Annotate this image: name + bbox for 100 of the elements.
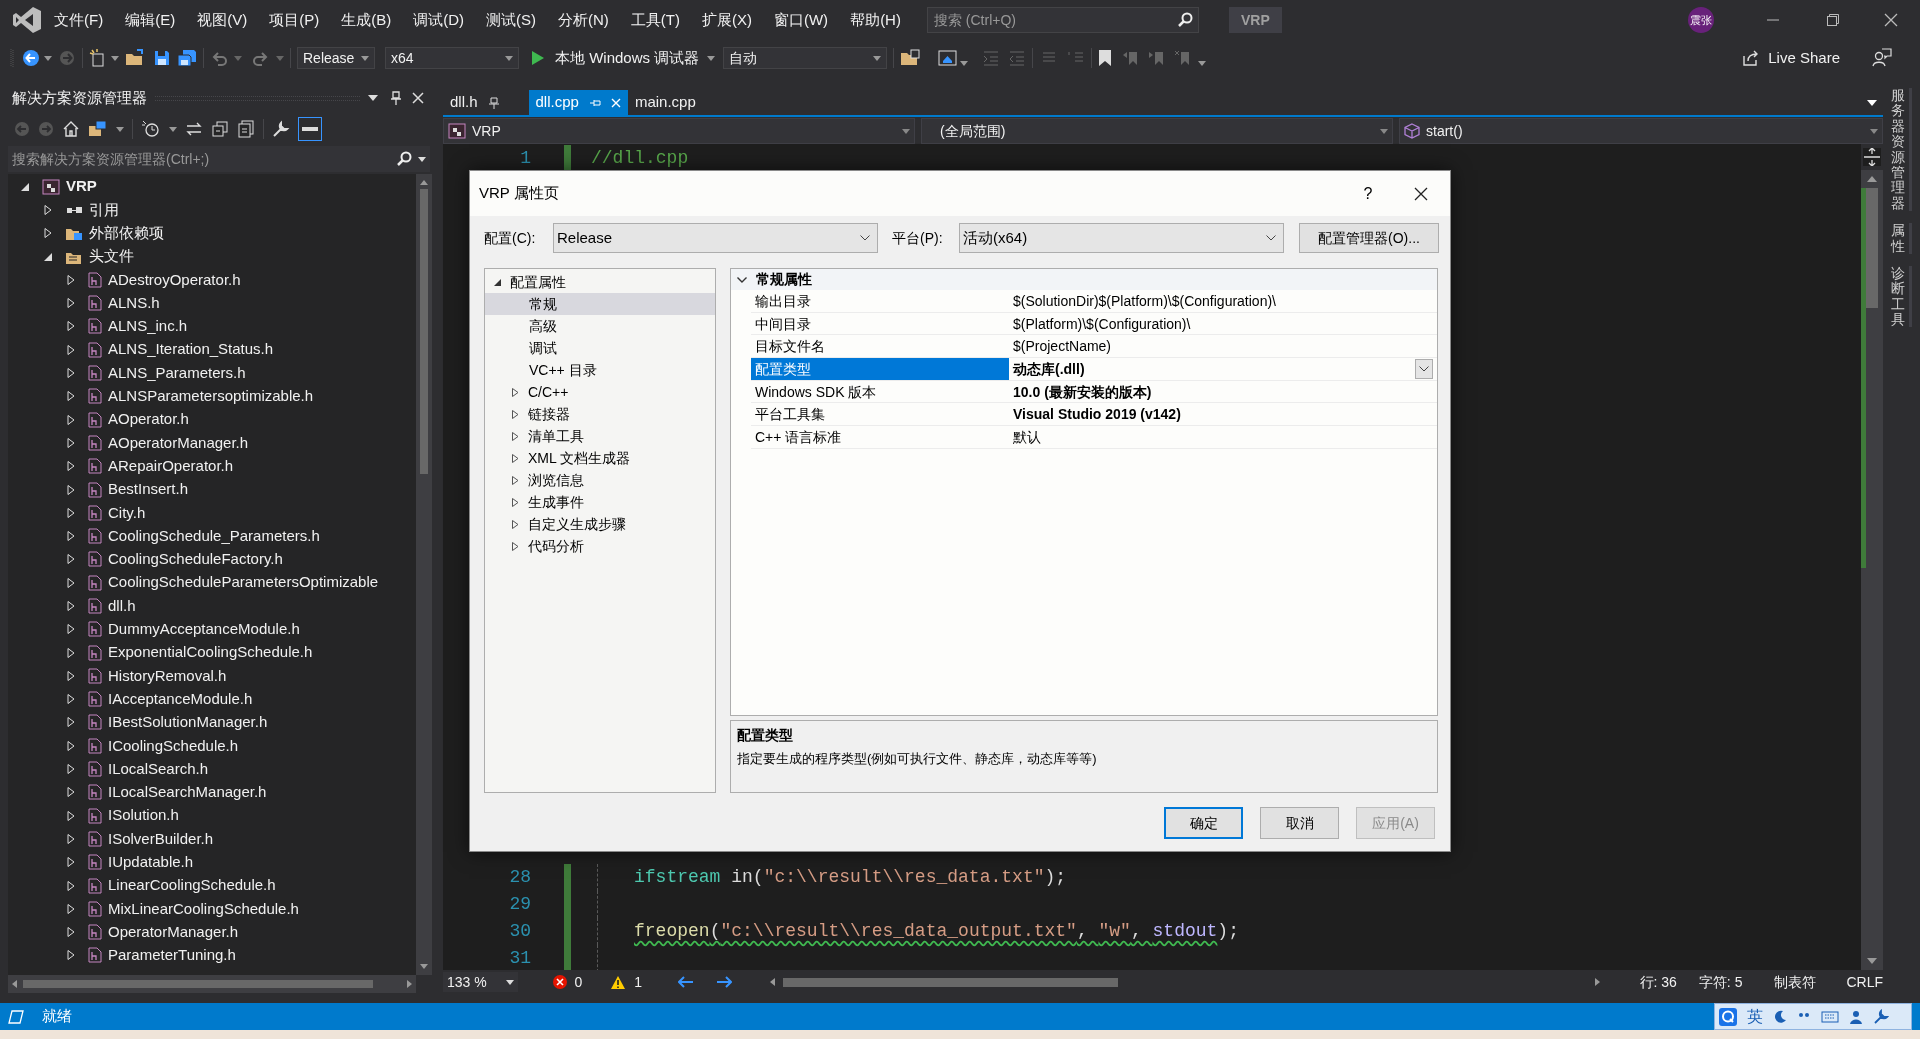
feedback-icon[interactable] xyxy=(1872,48,1892,68)
user-avatar[interactable]: 震张 xyxy=(1688,7,1714,33)
caret-icon[interactable] xyxy=(418,157,426,162)
tree-item[interactable]: ADestroyOperator.h xyxy=(8,268,416,292)
warning-icon[interactable] xyxy=(610,974,627,990)
live-share-button[interactable]: Live Share xyxy=(1738,45,1844,71)
tree-item[interactable]: ALNS.h xyxy=(8,291,416,315)
tree-item[interactable]: 配置属性 xyxy=(485,271,715,293)
new-item-icon[interactable] xyxy=(89,49,107,67)
line-ending[interactable]: CRLF xyxy=(1846,971,1883,993)
menu-item[interactable]: 工具(T) xyxy=(620,8,690,32)
property-name[interactable]: 目标文件名 xyxy=(751,335,1009,358)
show-all-files-icon[interactable] xyxy=(237,120,255,138)
property-value[interactable]: $(Platform)\$(Configuration)\ xyxy=(1009,312,1437,335)
pending-changes-icon[interactable] xyxy=(141,120,161,138)
tree-item[interactable]: City.h xyxy=(8,501,416,525)
tree-item[interactable]: 生成事件 xyxy=(485,491,715,513)
tree-item[interactable]: 链接器 xyxy=(485,403,715,425)
undo-icon[interactable] xyxy=(210,49,228,67)
tree-item[interactable]: ARepairOperator.h xyxy=(8,454,416,478)
save-all-icon[interactable] xyxy=(177,49,197,67)
redo-icon[interactable] xyxy=(252,49,270,67)
project-dropdown[interactable]: VRP xyxy=(443,118,915,144)
tree-item[interactable]: ALNS_inc.h xyxy=(8,314,416,339)
caret-icon[interactable] xyxy=(44,55,52,61)
tree-item[interactable]: ISolverBuilder.h xyxy=(8,827,416,851)
zoom-dropdown[interactable]: 133 % xyxy=(443,972,519,992)
run-mode-dropdown[interactable]: 自动 xyxy=(723,47,888,69)
property-name[interactable]: 配置类型 xyxy=(751,358,1009,380)
scrollbar-thumb[interactable] xyxy=(420,189,428,474)
caret-icon[interactable] xyxy=(511,475,520,485)
split-window-icon[interactable] xyxy=(1863,148,1881,166)
caret-icon[interactable] xyxy=(960,60,969,66)
vertical-scrollbar[interactable] xyxy=(1861,170,1883,970)
editor-tab[interactable]: dll.h xyxy=(443,90,507,115)
tree-item[interactable]: CoolingScheduleFactory.h xyxy=(8,547,416,572)
menu-item[interactable]: 编辑(E) xyxy=(115,8,186,32)
tree-item[interactable]: ALNS_Parameters.h xyxy=(8,361,416,385)
property-name[interactable]: C++ 语言标准 xyxy=(751,426,1009,448)
tree-item[interactable]: VRP xyxy=(8,175,416,199)
tree-item[interactable]: IAcceptanceModule.h xyxy=(8,687,416,711)
caret-icon[interactable] xyxy=(511,519,520,529)
next-icon[interactable] xyxy=(716,976,733,988)
properties-icon[interactable] xyxy=(272,120,290,138)
ime-logo-icon[interactable] xyxy=(1719,1007,1737,1026)
menu-item[interactable]: 帮助(H) xyxy=(840,8,911,32)
tree-item[interactable]: 头文件 xyxy=(8,244,416,269)
half-width-icon[interactable] xyxy=(1773,1009,1787,1024)
cursor-line[interactable]: 行: 36 xyxy=(1639,971,1677,993)
tree-item[interactable]: ParameterTuning.h xyxy=(8,943,416,968)
bookmark-icon[interactable] xyxy=(1098,49,1113,67)
open-folder-icon[interactable] xyxy=(125,49,145,67)
tab-list-icon[interactable] xyxy=(1867,100,1877,106)
user-icon[interactable] xyxy=(1849,1009,1863,1024)
tree-item[interactable]: ISolution.h xyxy=(8,804,416,828)
previous-icon[interactable] xyxy=(678,976,695,988)
output-window-icon[interactable] xyxy=(8,1009,24,1024)
caret-icon[interactable] xyxy=(506,979,515,985)
property-value[interactable]: $(SolutionDir)$(Platform)\$(Configuration)\ xyxy=(1009,290,1437,312)
tree-item[interactable]: ILocalSearch.h xyxy=(8,757,416,781)
tree-item[interactable]: 常规 xyxy=(485,293,715,315)
window-menu-icon[interactable] xyxy=(368,95,378,101)
scroll-right-icon[interactable] xyxy=(1594,978,1600,986)
property-value[interactable]: 动态库(.dll) xyxy=(1009,358,1415,380)
error-icon[interactable] xyxy=(552,974,569,990)
tree-item[interactable]: ICoolingSchedule.h xyxy=(8,734,416,758)
search-icon[interactable] xyxy=(396,151,412,167)
caret-icon[interactable] xyxy=(511,409,520,419)
menu-item[interactable]: 项目(P) xyxy=(259,8,330,32)
property-name[interactable]: 中间目录 xyxy=(751,312,1009,335)
tree-item[interactable]: 自定义生成步骤 xyxy=(485,513,715,535)
close-icon[interactable] xyxy=(1884,13,1898,27)
tree-item[interactable]: BestInsert.h xyxy=(8,477,416,502)
tree-item[interactable]: AOperatorManager.h xyxy=(8,431,416,455)
tree-item[interactable]: ExponentialCoolingSchedule.h xyxy=(8,640,416,665)
search-icon[interactable] xyxy=(1176,12,1193,28)
find-in-files-icon[interactable] xyxy=(900,49,921,67)
caret-icon[interactable] xyxy=(116,126,124,132)
side-tab[interactable]: 属性 xyxy=(1891,223,1912,254)
dropdown-button[interactable] xyxy=(1415,359,1433,380)
scroll-up-icon[interactable] xyxy=(420,180,428,185)
scroll-right-icon[interactable] xyxy=(407,980,412,988)
pin-icon[interactable] xyxy=(390,91,402,105)
caret-icon[interactable] xyxy=(169,126,177,132)
save-icon[interactable] xyxy=(153,49,171,67)
tree-item[interactable]: ALNS_Iteration_Status.h xyxy=(8,338,416,362)
tree-item[interactable]: 高级 xyxy=(485,315,715,337)
switch-views-icon[interactable] xyxy=(88,120,108,138)
caret-icon[interactable] xyxy=(43,251,53,262)
restore-icon[interactable] xyxy=(1826,13,1840,27)
tree-item[interactable]: IUpdatable.h xyxy=(8,850,416,874)
input-language[interactable]: 英 xyxy=(1747,1004,1763,1029)
close-icon[interactable] xyxy=(1414,186,1428,201)
caret-icon[interactable] xyxy=(511,431,520,441)
configuration-dropdown[interactable]: Release xyxy=(553,223,878,253)
warning-count[interactable]: 1 xyxy=(634,971,643,993)
caret-icon[interactable] xyxy=(511,497,520,507)
property-name[interactable]: 平台工具集 xyxy=(751,403,1009,426)
caret-icon[interactable] xyxy=(707,55,716,61)
scope-dropdown[interactable]: (全局范围) xyxy=(921,118,1393,144)
